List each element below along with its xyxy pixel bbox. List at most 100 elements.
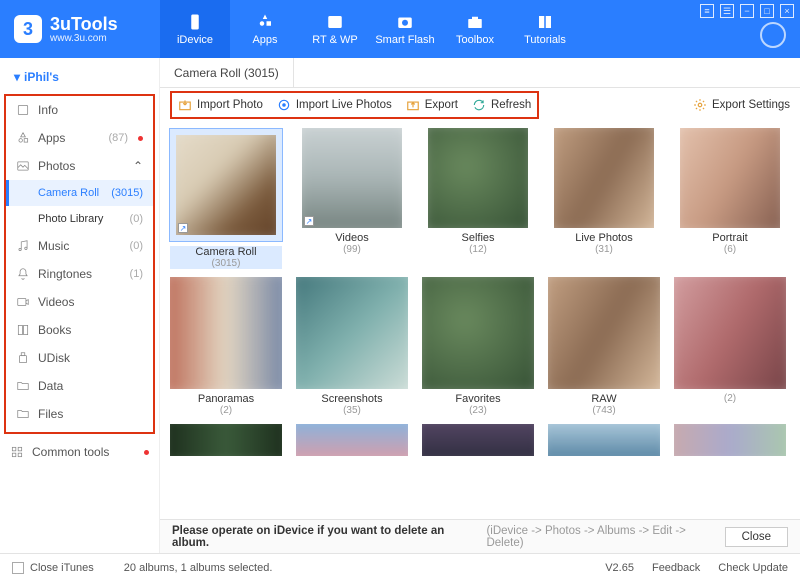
- sidebar-item-data[interactable]: Data: [6, 372, 153, 400]
- status-bar: Close iTunes 20 albums, 1 albums selecte…: [0, 553, 800, 581]
- album-thumb: [296, 277, 408, 389]
- nav-label: Tutorials: [524, 34, 566, 46]
- close-button[interactable]: ×: [780, 4, 794, 18]
- notice-hint: (iDevice -> Photos -> Albums -> Edit -> …: [486, 525, 724, 549]
- phone-icon: [185, 13, 205, 31]
- music-icon: [16, 239, 30, 253]
- album-name: Videos: [296, 232, 408, 244]
- album-item[interactable]: Live Photos(31): [548, 128, 660, 269]
- sb-label: Music: [38, 239, 122, 253]
- album-item[interactable]: ↗Videos(99): [296, 128, 408, 269]
- sb-label: Ringtones: [38, 267, 122, 281]
- win-btn-2[interactable]: ☰: [720, 4, 734, 18]
- album-item[interactable]: Panoramas(2): [170, 277, 282, 416]
- album-name: Panoramas: [170, 393, 282, 405]
- album-item[interactable]: Screenshots(35): [296, 277, 408, 416]
- notification-dot: [138, 136, 143, 141]
- sidebar-item-music[interactable]: Music (0): [6, 232, 153, 260]
- apps-icon: [16, 131, 30, 145]
- nav-idevice[interactable]: iDevice: [160, 0, 230, 58]
- sidebar-item-books[interactable]: Books: [6, 316, 153, 344]
- tab-bar: Camera Roll (3015): [160, 58, 800, 88]
- maximize-button[interactable]: □: [760, 4, 774, 18]
- version-label: V2.65: [605, 562, 634, 574]
- minimize-button[interactable]: −: [740, 4, 754, 18]
- albums-grid: ↗Camera Roll(3015)↗Videos(99)Selfies(12)…: [160, 122, 800, 519]
- sb-count: (0): [130, 213, 143, 225]
- grid-icon: [10, 445, 24, 459]
- export-button[interactable]: Export: [406, 98, 458, 112]
- nav-tutorials[interactable]: Tutorials: [510, 0, 580, 58]
- tab-camera-roll[interactable]: Camera Roll (3015): [160, 58, 294, 87]
- tb-label: Import Live Photos: [296, 99, 392, 111]
- sidebar-item-udisk[interactable]: UDisk: [6, 344, 153, 372]
- brand-site: www.3u.com: [50, 33, 118, 44]
- album-count: (6): [674, 244, 786, 255]
- device-owner[interactable]: ▾iPhil's: [0, 64, 159, 94]
- album-thumb[interactable]: [296, 424, 408, 456]
- export-settings-button[interactable]: Export Settings: [693, 98, 790, 112]
- album-item[interactable]: RAW(743): [548, 277, 660, 416]
- check-update-link[interactable]: Check Update: [718, 562, 788, 574]
- download-button[interactable]: [760, 22, 786, 48]
- folder-icon: [16, 407, 30, 421]
- close-itunes-checkbox[interactable]: [12, 562, 24, 574]
- toolbox-icon: [465, 13, 485, 31]
- bell-icon: [16, 267, 30, 281]
- sidebar-sub-photo-library[interactable]: Photo Library (0): [6, 206, 153, 232]
- shortcut-badge-icon: ↗: [178, 223, 188, 233]
- album-thumb: [554, 128, 654, 228]
- logo: 3 3uTools www.3u.com: [0, 15, 160, 44]
- album-thumb[interactable]: [422, 424, 534, 456]
- sidebar-item-apps[interactable]: Apps (87): [6, 124, 153, 152]
- nav-toolbox[interactable]: Toolbox: [440, 0, 510, 58]
- toolbar: Import Photo Import Live Photos Export R…: [160, 88, 800, 122]
- album-thumb[interactable]: [674, 424, 786, 456]
- album-item[interactable]: ↗Camera Roll(3015): [170, 128, 282, 269]
- notice-close-button[interactable]: Close: [725, 527, 788, 547]
- sb-label: UDisk: [38, 351, 143, 365]
- album-item[interactable]: Favorites(23): [422, 277, 534, 416]
- import-photo-button[interactable]: Import Photo: [178, 98, 263, 112]
- info-icon: [16, 103, 30, 117]
- album-thumb[interactable]: [170, 424, 282, 456]
- album-count: (2): [170, 405, 282, 416]
- nav-rtwp[interactable]: RT & WP: [300, 0, 370, 58]
- notification-dot: [144, 450, 149, 455]
- album-item[interactable]: (2): [674, 277, 786, 416]
- album-item[interactable]: Selfies(12): [422, 128, 534, 269]
- sidebar-item-common-tools[interactable]: Common tools: [0, 438, 159, 466]
- album-thumb: ↗: [302, 128, 402, 228]
- sb-count: (0): [130, 240, 143, 252]
- sidebar-sub-camera-roll[interactable]: Camera Roll (3015): [6, 180, 153, 206]
- win-btn-1[interactable]: ≡: [700, 4, 714, 18]
- feedback-link[interactable]: Feedback: [652, 562, 700, 574]
- nav-apps[interactable]: Apps: [230, 0, 300, 58]
- sb-count: (1): [130, 268, 143, 280]
- book-icon: [16, 323, 30, 337]
- sb-label: Videos: [38, 295, 143, 309]
- sb-count: (87): [108, 132, 128, 144]
- nav-smartflash[interactable]: Smart Flash: [370, 0, 440, 58]
- top-nav: iDevice Apps RT & WP Smart Flash Toolbox…: [160, 0, 580, 58]
- sidebar-highlight-box: Info Apps (87) Photos ⌃ Camera Roll (301…: [4, 94, 155, 434]
- sb-count: (3015): [111, 187, 143, 199]
- sidebar-item-videos[interactable]: Videos: [6, 288, 153, 316]
- book-icon: [535, 13, 555, 31]
- sidebar-item-photos[interactable]: Photos ⌃: [6, 152, 153, 180]
- album-name: RAW: [548, 393, 660, 405]
- chevron-up-icon: ⌃: [133, 159, 143, 173]
- album-thumb[interactable]: [548, 424, 660, 456]
- nav-label: Apps: [252, 34, 277, 46]
- sidebar-item-files[interactable]: Files: [6, 400, 153, 428]
- sb-sub-label: Camera Roll: [38, 187, 99, 199]
- sidebar-item-info[interactable]: Info: [6, 96, 153, 124]
- sidebar-item-ringtones[interactable]: Ringtones (1): [6, 260, 153, 288]
- refresh-button[interactable]: Refresh: [472, 98, 531, 112]
- album-thumb: [674, 277, 786, 389]
- import-live-button[interactable]: Import Live Photos: [277, 98, 392, 112]
- import-icon: [178, 98, 192, 112]
- sb-sub-label: Photo Library: [38, 213, 103, 225]
- photos-icon: [16, 159, 30, 173]
- album-item[interactable]: Portrait(6): [674, 128, 786, 269]
